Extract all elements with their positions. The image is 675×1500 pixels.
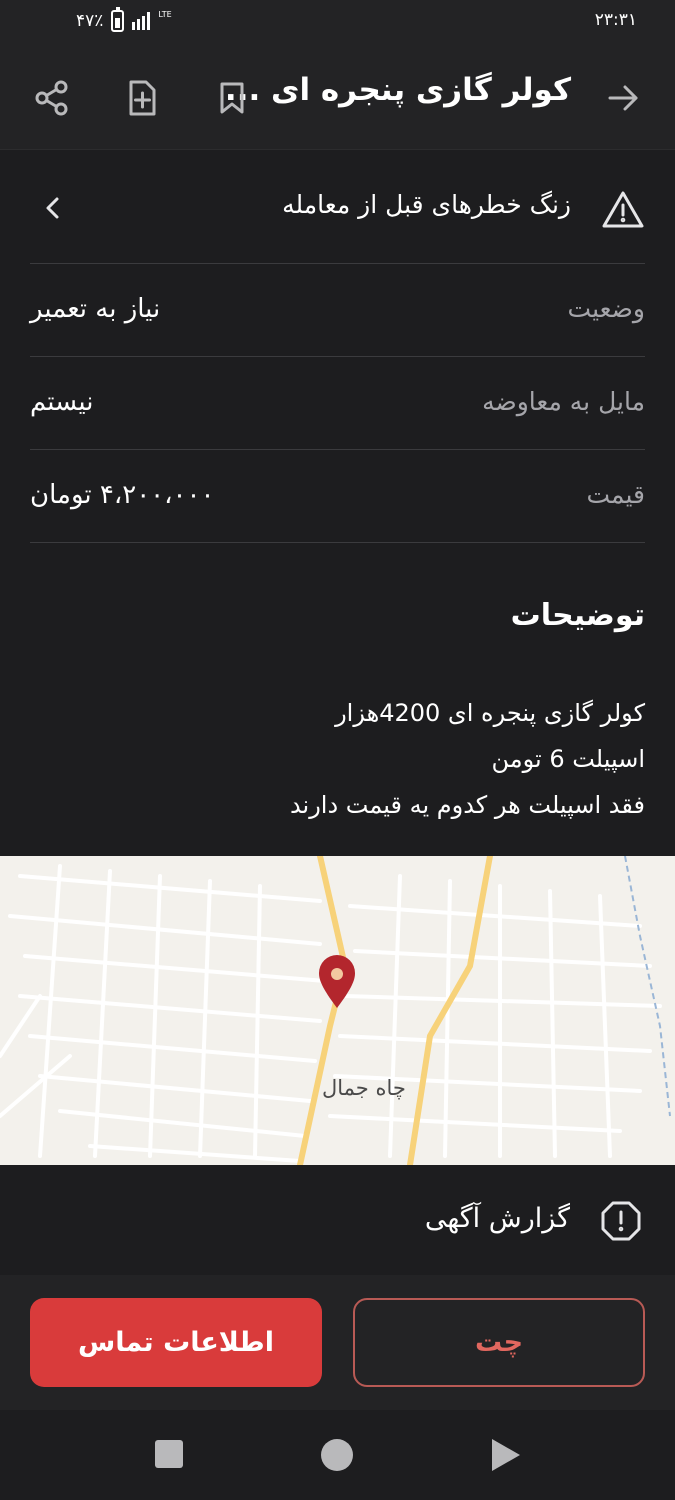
description-line: کولر گازی پنجره ای 4200هزار <box>335 699 645 727</box>
bookmark-icon <box>220 82 244 114</box>
description-title: توضیحات <box>510 598 645 633</box>
map-place-label: چاه جمال <box>322 1076 406 1100</box>
share-button[interactable] <box>30 76 74 120</box>
detail-value: نیاز به تعمیر <box>30 294 161 324</box>
status-time: ۲۳:۳۱ <box>594 10 637 30</box>
system-nav-bar <box>0 1410 675 1500</box>
chevron-left-icon <box>46 197 59 219</box>
detail-row-condition: وضعیت نیاز به تعمیر <box>30 264 645 357</box>
recents-button[interactable] <box>155 1440 183 1468</box>
signal-icon <box>132 12 151 30</box>
contact-info-button[interactable]: اطلاعات تماس <box>30 1298 322 1387</box>
location-map[interactable] <box>0 856 675 1165</box>
home-button[interactable] <box>321 1439 353 1471</box>
bookmark-button[interactable] <box>210 76 254 120</box>
safety-warning-row[interactable]: زنگ خطرهای قبل از معامله <box>30 150 645 264</box>
detail-key: قیمت <box>586 480 646 509</box>
detail-row-exchange: مایل به معاوضه نیستم <box>30 357 645 450</box>
detail-key: مایل به معاوضه <box>482 387 645 416</box>
description-line: اسپیلت 6 تومن <box>491 745 645 773</box>
chat-button[interactable]: چت <box>353 1298 645 1387</box>
report-icon <box>601 1201 641 1241</box>
arrow-right-icon <box>608 85 638 111</box>
warning-icon <box>602 191 644 228</box>
back-nav-button[interactable] <box>492 1439 520 1471</box>
battery-icon <box>111 7 125 32</box>
report-ad-label: گزارش آگهی <box>424 1203 570 1234</box>
action-bar: اطلاعات تماس چت <box>0 1275 675 1410</box>
status-bar: ۴۷٪ LTE ۲۳:۳۱ <box>0 0 675 46</box>
detail-row-price: قیمت ۴،۲۰۰،۰۰۰ تومان <box>30 450 645 543</box>
battery-percentage: ۴۷٪ <box>76 11 104 31</box>
back-button[interactable] <box>601 76 645 120</box>
share-icon <box>35 80 68 116</box>
description-line: فقد اسپیلت هر کدوم یه قیمت دارند <box>289 791 645 819</box>
page-title: کولر گازی پنجره ای ... <box>224 72 571 108</box>
map-pin-icon <box>319 955 355 1008</box>
map-streets <box>0 856 671 1165</box>
add-note-button[interactable] <box>120 76 164 120</box>
detail-value: نیستم <box>30 387 94 417</box>
detail-key: وضعیت <box>567 294 645 323</box>
app-bar: کولر گازی پنجره ای ... <box>0 46 675 150</box>
detail-value: ۴،۲۰۰،۰۰۰ تومان <box>30 480 215 510</box>
description-body: کولر گازی پنجره ای 4200هزار اسپیلت 6 توم… <box>30 690 645 828</box>
report-ad-row[interactable]: گزارش آگهی <box>0 1165 675 1275</box>
note-add-icon <box>129 80 156 116</box>
network-type: LTE <box>158 10 172 19</box>
status-indicators: ۴۷٪ LTE <box>76 7 172 32</box>
safety-warning-label: زنگ خطرهای قبل از معامله <box>282 190 571 219</box>
